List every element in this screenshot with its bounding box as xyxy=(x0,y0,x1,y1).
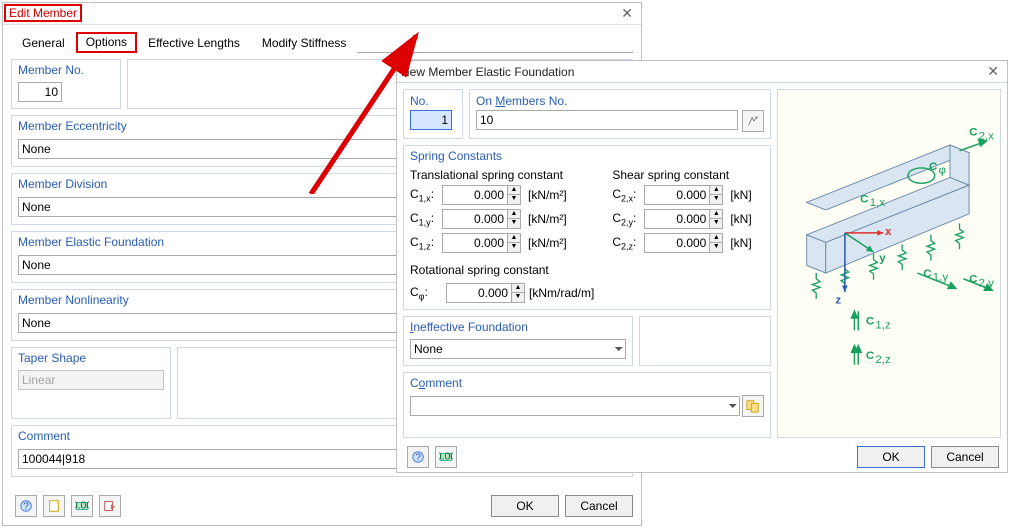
c2y-input[interactable]: ▲▼ xyxy=(644,209,730,229)
d2-onmembers-label: On Members No. xyxy=(476,94,764,108)
svg-text:z: z xyxy=(836,295,842,307)
cphi-label: Cφ: xyxy=(410,285,442,301)
c2z-input[interactable]: ▲▼ xyxy=(644,233,730,253)
d2-comment-group: Comment xyxy=(403,372,771,438)
ineffective-label: Ineffective Foundation xyxy=(410,320,626,334)
c1y-label: C1,y: xyxy=(410,211,442,227)
shear-header: Shear spring constant xyxy=(612,168,764,182)
rotational-header: Rotational spring constant xyxy=(410,263,594,277)
tabs: General Options Effective Lengths Modify… xyxy=(3,25,641,52)
d2-title: New Member Elastic Foundation xyxy=(401,65,574,79)
member-no-input[interactable] xyxy=(18,82,62,102)
c1x-input[interactable]: ▲▼ xyxy=(442,185,528,205)
d2-help-icon[interactable]: ? xyxy=(407,446,429,468)
d2-content: No. On Members No. Spring Constants Tran… xyxy=(397,83,1007,444)
d2-titlebar: New Member Elastic Foundation ✕ xyxy=(397,61,1007,83)
c2z-unit: [kN] xyxy=(730,236,764,250)
taper-label: Taper Shape xyxy=(18,351,164,365)
c2x-label: C2,x: xyxy=(612,187,644,203)
tab-effective-lengths[interactable]: Effective Lengths xyxy=(137,32,251,53)
member-no-group: Member No. xyxy=(11,59,121,109)
tab-options[interactable]: Options xyxy=(76,32,137,53)
c1y-unit: [kN/m²] xyxy=(528,212,586,226)
d2-no-label: No. xyxy=(410,94,456,108)
new-foundation-dialog: New Member Elastic Foundation ✕ No. On M… xyxy=(396,60,1008,473)
tab-general[interactable]: General xyxy=(11,32,76,53)
d2-footer: ? 0.00 OK Cancel xyxy=(397,444,1007,476)
taper-group: Taper Shape Linear xyxy=(11,347,171,419)
ineffective-group: Ineffective Foundation None xyxy=(403,316,633,366)
d2-cancel-button[interactable]: Cancel xyxy=(931,446,999,468)
pick-members-icon[interactable] xyxy=(742,110,764,132)
d2-comment-apply-icon[interactable] xyxy=(742,395,764,417)
svg-text:φ: φ xyxy=(939,165,946,177)
svg-text:C: C xyxy=(861,193,869,205)
c1x-unit: [kN/m²] xyxy=(528,188,586,202)
ineffective-select[interactable]: None xyxy=(410,339,626,359)
svg-text:2,x: 2,x xyxy=(979,130,995,142)
d2-comment-select[interactable] xyxy=(410,396,740,416)
d2-units-icon[interactable]: 0.00 xyxy=(435,446,457,468)
translational-column: Translational spring constant C1,x: ▲▼ [… xyxy=(410,168,594,303)
tab-modify-stiffness[interactable]: Modify Stiffness xyxy=(251,32,357,53)
main-button-row: OK Cancel xyxy=(3,491,641,525)
springs-group: Spring Constants Translational spring co… xyxy=(403,145,771,310)
c2y-label: C2,y: xyxy=(612,211,644,227)
close-icon[interactable]: ✕ xyxy=(621,5,633,22)
svg-text:C: C xyxy=(866,350,874,362)
c1z-label: C1,z: xyxy=(410,235,442,251)
svg-text:C: C xyxy=(929,161,937,173)
ineffective-side xyxy=(639,316,771,366)
svg-text:1,z: 1,z xyxy=(876,319,892,331)
svg-text:x: x xyxy=(885,226,892,238)
springs-title: Spring Constants xyxy=(410,149,764,163)
svg-text:y: y xyxy=(880,253,887,265)
c2y-unit: [kN] xyxy=(730,212,764,226)
shear-column: Shear spring constant C2,x: ▲▼ [kN] C2,y… xyxy=(612,168,764,303)
d2-close-icon[interactable]: ✕ xyxy=(987,63,999,80)
d2-no-group: No. xyxy=(403,89,463,139)
c2x-unit: [kN] xyxy=(730,188,764,202)
d2-ok-button[interactable]: OK xyxy=(857,446,925,468)
c1z-input[interactable]: ▲▼ xyxy=(442,233,528,253)
translational-header: Translational spring constant xyxy=(410,168,594,182)
edit-member-titlebar: Edit Member ✕ xyxy=(3,3,641,25)
c2x-input[interactable]: ▲▼ xyxy=(644,185,730,205)
taper-select: Linear xyxy=(18,370,164,390)
edit-member-title: Edit Member xyxy=(4,4,82,22)
svg-text:?: ? xyxy=(415,451,421,463)
c2z-label: C2,z: xyxy=(612,235,644,251)
svg-text:2,z: 2,z xyxy=(876,354,892,366)
c1x-label: C1,x: xyxy=(410,187,442,203)
d2-onmembers-input[interactable] xyxy=(476,110,738,130)
svg-text:0.00: 0.00 xyxy=(439,451,453,463)
d2-onmembers-group: On Members No. xyxy=(469,89,771,139)
foundation-diagram: C2,x Cφ C1,x x y z C1,y C2,y C1,z xyxy=(777,89,1001,438)
c1y-input[interactable]: ▲▼ xyxy=(442,209,528,229)
svg-text:1,x: 1,x xyxy=(870,197,886,209)
svg-text:C: C xyxy=(866,316,874,328)
member-no-label: Member No. xyxy=(18,63,114,77)
d2-comment-label: Comment xyxy=(410,376,764,390)
cphi-unit: [kNm/rad/m] xyxy=(529,286,594,300)
cancel-button[interactable]: Cancel xyxy=(565,495,633,517)
d2-no-input[interactable] xyxy=(410,110,452,130)
c1z-unit: [kN/m²] xyxy=(528,236,586,250)
svg-text:C: C xyxy=(969,126,977,138)
ok-button[interactable]: OK xyxy=(491,495,559,517)
cphi-input[interactable]: ▲▼ xyxy=(446,283,525,303)
